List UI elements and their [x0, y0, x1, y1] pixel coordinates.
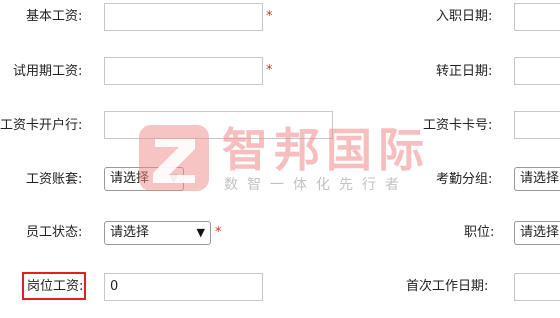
required-mark: * [215, 225, 222, 240]
required-mark: * [266, 63, 273, 78]
attendance-group-value: 请选择 [520, 171, 560, 186]
base-salary-input[interactable] [104, 3, 263, 31]
label-first-work-date: 首次工作日期: [406, 279, 489, 294]
regular-date-input[interactable] [514, 57, 560, 85]
label-card-number: 工资卡卡号: [423, 118, 493, 133]
employee-status-value: 请选择 [110, 225, 150, 240]
highlight-box [22, 272, 86, 300]
label-base-salary: 基本工资: [26, 9, 83, 24]
job-title-select[interactable]: 请选择 [514, 221, 560, 245]
label-bank-name: 工资卡开户行: [0, 118, 83, 133]
employee-status-select[interactable]: 请选择 ▼ [104, 221, 211, 245]
label-salary-set: 工资账套: [26, 172, 83, 187]
card-number-input[interactable] [514, 111, 560, 139]
position-salary-input[interactable]: 0 [104, 273, 263, 301]
label-hire-date: 入职日期: [436, 9, 493, 24]
label-attendance-group: 考勤分组: [436, 172, 493, 187]
label-probation-salary: 试用期工资: [13, 64, 83, 79]
probation-salary-input[interactable] [104, 57, 263, 85]
label-regular-date: 转正日期: [436, 64, 493, 79]
chevron-down-icon: ▼ [196, 226, 205, 239]
first-work-date-input[interactable] [514, 273, 560, 301]
hire-date-input[interactable] [514, 3, 560, 31]
watermark-title: 智邦国际 [222, 123, 430, 177]
label-employee-status: 员工状态: [26, 225, 83, 240]
required-mark: * [266, 9, 273, 24]
job-title-value: 请选择 [520, 225, 560, 240]
attendance-group-select[interactable]: 请选择 [514, 167, 560, 191]
watermark-subtitle: 数智一体化先行者 [224, 177, 408, 193]
watermark-logo [139, 125, 209, 191]
label-job-title: 职位: [464, 225, 495, 240]
